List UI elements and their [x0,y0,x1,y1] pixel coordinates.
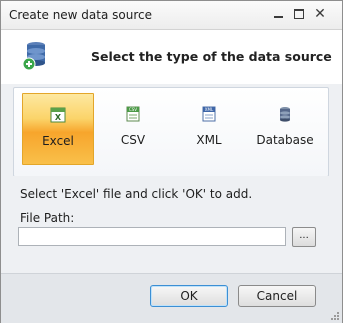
instruction-text: Select 'Excel' file and click 'OK' to ad… [20,187,253,201]
window-title: Create new data source [9,8,152,22]
resize-grip-icon[interactable] [330,311,340,321]
type-label: Excel [42,134,74,148]
svg-text:X: X [55,113,62,122]
type-label: CSV [120,133,146,147]
header-title: Select the type of the data source [91,49,332,64]
excel-icon: X [50,107,66,123]
csv-icon: CSV [126,106,140,122]
cancel-button[interactable]: Cancel [238,285,316,307]
xml-icon: XML [202,106,216,122]
type-option-excel[interactable]: X Excel [22,93,94,165]
dialog-header: Select the type of the data source [1,30,342,84]
database-icon [280,107,290,122]
type-option-database[interactable]: Database [250,93,320,163]
close-button[interactable]: ✕ [313,7,327,21]
data-source-type-selector: X Excel CSV CSV XML XML Database [13,87,329,177]
type-label: Database [256,133,314,147]
svg-text:XML: XML [205,107,214,112]
type-option-xml[interactable]: XML XML [174,93,244,163]
browse-button[interactable]: ... [292,227,316,247]
file-form: Select 'Excel' file and click 'OK' to ad… [1,176,342,272]
ok-button[interactable]: OK [150,285,228,307]
add-data-source-icon [22,42,45,71]
type-option-csv[interactable]: CSV CSV [98,93,168,163]
file-path-label: File Path: [20,211,75,225]
maximize-button[interactable] [292,7,306,21]
dialog-window: Create new data source ✕ Select the type… [0,0,343,323]
minimize-button[interactable] [271,7,285,21]
title-bar[interactable]: Create new data source ✕ [1,1,342,30]
file-path-input[interactable] [18,227,286,246]
svg-text:CSV: CSV [129,107,137,112]
type-label: XML [196,133,222,147]
dialog-footer: OK Cancel [1,273,342,323]
